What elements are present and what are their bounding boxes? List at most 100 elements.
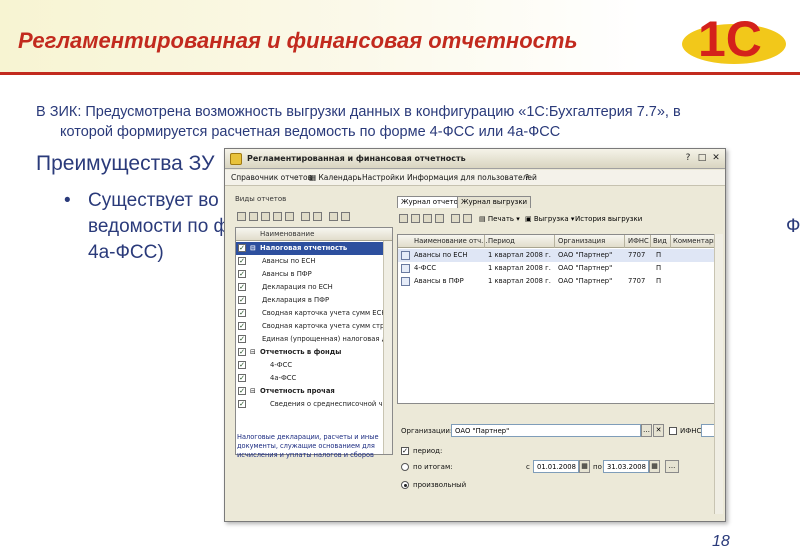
open-report-icon[interactable] — [423, 214, 432, 223]
organization-input[interactable]: ОАО "Партнер" — [451, 424, 641, 437]
print-button[interactable]: ▤ Печать ▾ — [479, 215, 520, 223]
tree-checkbox[interactable]: ✓ — [238, 361, 246, 369]
maximize-button[interactable]: □ — [695, 152, 709, 165]
tree-checkbox[interactable]: ✓ — [238, 348, 246, 356]
period-select-button[interactable]: ... — [665, 460, 679, 473]
folder-icon[interactable] — [273, 212, 282, 221]
upload-button[interactable]: ▣ Выгрузка ▾ — [525, 215, 574, 223]
date-from-label: с — [526, 463, 530, 471]
column-header-type[interactable]: Вид — [653, 237, 667, 245]
menu-user-info[interactable]: Информация для пользователей — [407, 173, 537, 182]
check-all-icon[interactable] — [329, 212, 338, 221]
new-report-icon[interactable] — [399, 214, 408, 223]
delete-report-icon[interactable] — [435, 214, 444, 223]
tree-item[interactable]: ✓ Декларация по ЕСН — [236, 281, 392, 294]
tree-item-funds-reporting[interactable]: ✓ ⊟ Отчетность в фонды — [236, 346, 392, 359]
tree-item-tax-reporting[interactable]: ✓ ⊟ Налоговая отчетность — [236, 242, 392, 255]
column-separator[interactable] — [670, 235, 671, 248]
date-from-input[interactable]: 01.01.2008 — [533, 460, 579, 473]
tree-item[interactable]: ✓ Сводная карточка учета сумм ЕСН — [236, 307, 392, 320]
tree-checkbox[interactable]: ✓ — [238, 387, 246, 395]
copy-icon[interactable] — [249, 212, 258, 221]
delete-icon[interactable] — [285, 212, 294, 221]
date-to-label: по — [593, 463, 602, 471]
tree-item[interactable]: ✓ 4а-ФСС — [236, 372, 392, 385]
tab-upload-journal[interactable]: Журнал выгрузки — [457, 196, 532, 208]
new-icon[interactable] — [237, 212, 246, 221]
tree-expander-icon[interactable]: ⊟ — [250, 244, 256, 252]
tree-checkbox[interactable]: ✓ — [238, 257, 246, 265]
slide-title: Регламентированная и финансовая отчетнос… — [18, 28, 578, 53]
table-row[interactable]: 4-ФСС 1 квартал 2008 г. ОАО "Партнер" П — [398, 262, 720, 275]
tree-item[interactable]: ✓ Сводная карточка учета сумм стр... — [236, 320, 392, 333]
date-to-input[interactable]: 31.03.2008 — [603, 460, 649, 473]
table-row[interactable]: Авансы в ПФР 1 квартал 2008 г. ОАО "Парт… — [398, 275, 720, 288]
tree-expander-icon[interactable]: ⊟ — [250, 348, 256, 356]
clear-icon[interactable]: ✕ — [653, 424, 664, 437]
uncheck-all-icon[interactable] — [341, 212, 350, 221]
tree-item-other-reporting[interactable]: ✓ ⊟ Отчетность прочая — [236, 385, 392, 398]
logo-text: 1С — [698, 11, 762, 67]
tree-checkbox[interactable]: ✓ — [238, 283, 246, 291]
column-header-period[interactable]: Период — [488, 237, 515, 245]
column-header-ifns[interactable]: ИФНС — [628, 237, 649, 245]
edit-icon[interactable] — [261, 212, 270, 221]
period-checkbox[interactable]: ✓ — [401, 447, 409, 455]
tree-checkbox[interactable]: ✓ — [238, 296, 246, 304]
calendar-to-icon[interactable]: ▦ — [649, 460, 660, 473]
column-separator[interactable] — [554, 235, 555, 248]
select-button[interactable]: … — [641, 424, 652, 437]
menu-reports-directory[interactable]: Справочник отчетов — [231, 173, 312, 182]
copy-report-icon[interactable] — [411, 214, 420, 223]
window-titlebar[interactable]: Регламентированная и финансовая отчетнос… — [225, 149, 725, 169]
menu-settings[interactable]: Настройки — [362, 173, 404, 182]
advantages-heading: Преимущества ЗУ — [36, 152, 215, 175]
tab-reports-journal[interactable]: Журнал отчетов — [397, 196, 466, 208]
cell-type: П — [656, 277, 662, 285]
tree-checkbox[interactable]: ✓ — [238, 335, 246, 343]
tree-checkbox[interactable]: ✓ — [238, 400, 246, 408]
close-button[interactable]: ✕ — [709, 152, 723, 165]
cell-organization: ОАО "Партнер" — [558, 251, 613, 259]
ifns-checkbox[interactable] — [669, 427, 677, 435]
refresh-icon[interactable] — [451, 214, 460, 223]
cell-period: 1 квартал 2008 г. — [488, 251, 551, 259]
tree-item-label: 4а-ФСС — [270, 374, 297, 382]
tree-item[interactable]: ✓ Декларация в ПФР — [236, 294, 392, 307]
report-icon — [401, 251, 410, 260]
help-button[interactable]: ? — [681, 152, 695, 165]
window-scrollbar[interactable] — [714, 234, 723, 514]
ifns-input[interactable] — [701, 424, 715, 437]
tree-checkbox[interactable]: ✓ — [238, 374, 246, 382]
calendar-from-icon[interactable]: ▦ — [579, 460, 590, 473]
arbitrary-radio[interactable] — [401, 481, 409, 489]
menu-calendar[interactable]: ▦ Календарь — [309, 173, 362, 182]
report-type-description: Налоговые декларации, расчеты и иные док… — [237, 433, 379, 459]
column-separator[interactable] — [484, 235, 485, 248]
tree-item[interactable]: ✓ Единая (упрощенная) налоговая д... — [236, 333, 392, 346]
move-up-icon[interactable] — [301, 212, 310, 221]
tree-checkbox[interactable]: ✓ — [238, 270, 246, 278]
tree-scrollbar[interactable] — [383, 241, 392, 454]
tree-checkbox[interactable]: ✓ — [238, 322, 246, 330]
filter-icon[interactable] — [463, 214, 472, 223]
tree-checkbox[interactable]: ✓ — [238, 244, 246, 252]
upload-label: Выгрузка — [533, 215, 569, 223]
column-separator[interactable] — [650, 235, 651, 248]
column-header-name[interactable]: Наименование отч... — [414, 237, 488, 245]
column-header-organization[interactable]: Организация — [558, 237, 605, 245]
move-down-icon[interactable] — [313, 212, 322, 221]
reports-journal-table: Наименование отч... Период Организация И… — [397, 234, 721, 404]
tree-checkbox[interactable]: ✓ — [238, 309, 246, 317]
by-totals-radio[interactable] — [401, 463, 409, 471]
column-separator[interactable] — [624, 235, 625, 248]
intro-line-1: В ЗИК: Предусмотрена возможность выгрузк… — [36, 104, 681, 120]
upload-history-button[interactable]: История выгрузки — [575, 215, 642, 223]
tree-item[interactable]: ✓ Авансы по ЕСН — [236, 255, 392, 268]
tree-expander-icon[interactable]: ⊟ — [250, 387, 256, 395]
tree-item[interactable]: ✓ 4-ФСС — [236, 359, 392, 372]
tree-item[interactable]: ✓ Сведения о среднесписочной чис... — [236, 398, 392, 411]
menu-help[interactable]: ? — [525, 173, 529, 182]
tree-item[interactable]: ✓ Авансы в ПФР — [236, 268, 392, 281]
table-row[interactable]: Авансы по ЕСН 1 квартал 2008 г. ОАО "Пар… — [398, 249, 720, 262]
